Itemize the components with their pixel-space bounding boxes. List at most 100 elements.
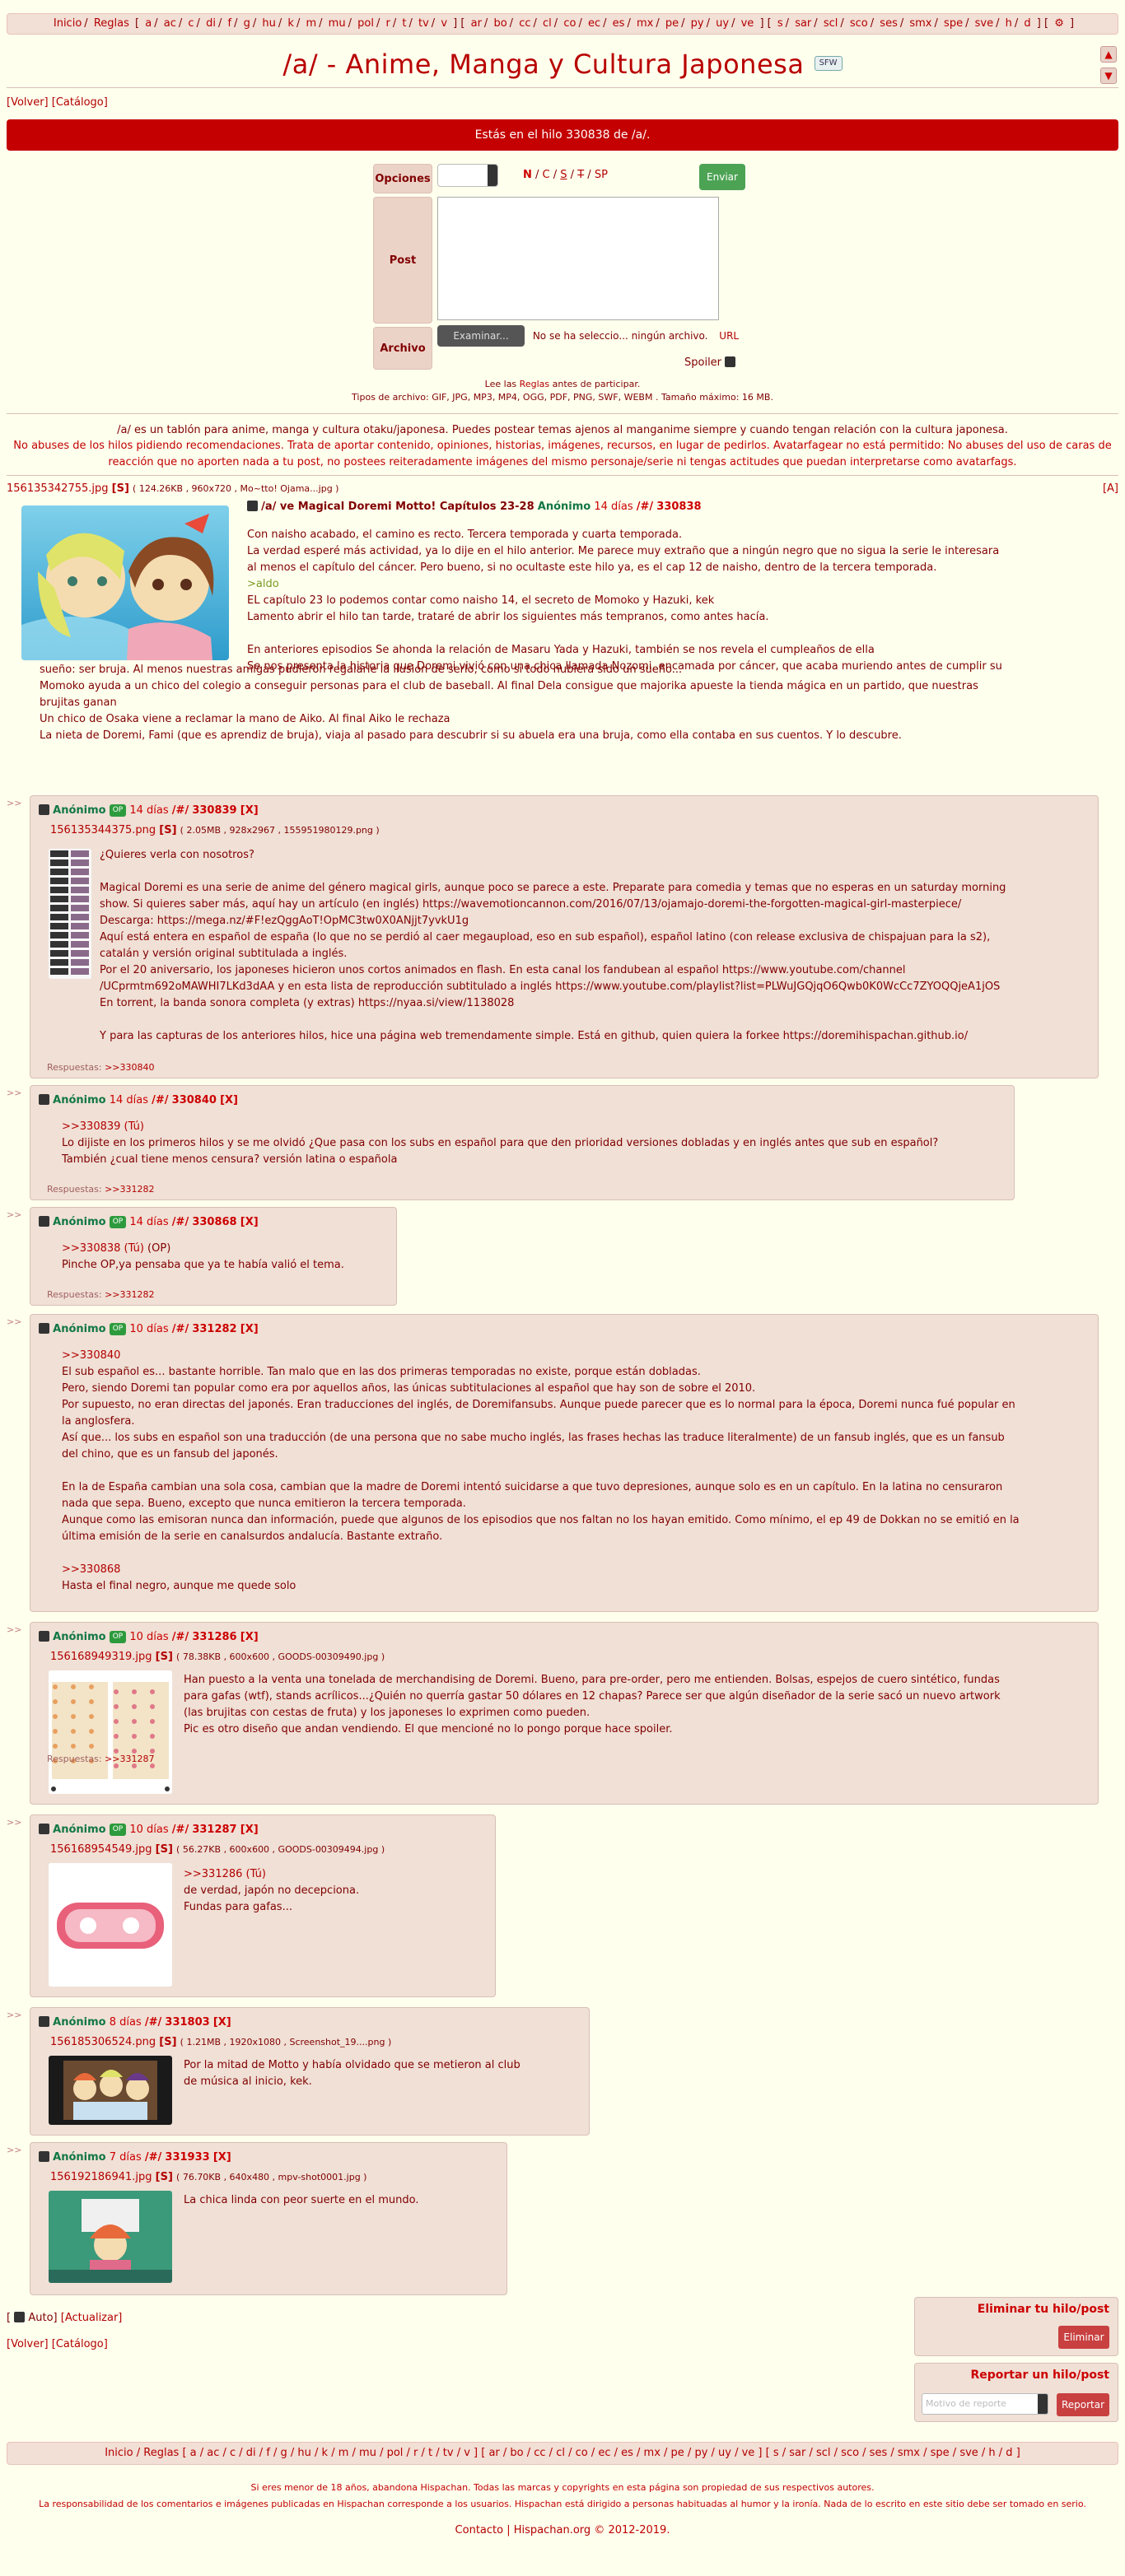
delete-x-link[interactable]: [X] bbox=[240, 1323, 259, 1335]
nav-link-s[interactable]: s bbox=[777, 17, 783, 30]
nav-link-py[interactable]: py bbox=[691, 17, 704, 30]
reply-file-link[interactable]: 156135344375.png bbox=[50, 824, 156, 836]
reply-backlink[interactable]: >>331282 bbox=[105, 1289, 154, 1300]
nav-link-cl[interactable]: cl bbox=[543, 17, 552, 30]
post-number[interactable]: 330839 bbox=[192, 804, 236, 817]
back-link[interactable]: [Volver] bbox=[7, 96, 49, 109]
reply-thumbnail[interactable] bbox=[49, 2056, 172, 2125]
nav-link-h[interactable]: h bbox=[1006, 17, 1012, 30]
nav-link-v[interactable]: v bbox=[441, 17, 447, 30]
nav-link-ve[interactable]: ve bbox=[741, 17, 754, 30]
post-number[interactable]: 331286 bbox=[192, 1631, 236, 1643]
auto-update-checkbox[interactable] bbox=[14, 2312, 26, 2322]
delete-x-link[interactable]: [X] bbox=[213, 2151, 231, 2164]
reply-backlink[interactable]: >>330840 bbox=[105, 1062, 154, 1073]
reply-quote-link[interactable]: >>331286 (Tú) bbox=[184, 1866, 485, 1883]
nav-link-spe[interactable]: spe bbox=[944, 17, 963, 30]
reply-select-checkbox[interactable] bbox=[39, 2151, 49, 2162]
nav-link-g[interactable]: g bbox=[244, 17, 250, 30]
nav-link-sco[interactable]: sco bbox=[850, 17, 868, 30]
bottom-back-link[interactable]: [Volver] bbox=[7, 2338, 49, 2350]
mode-s[interactable]: S bbox=[560, 169, 567, 181]
rules-link[interactable]: Reglas bbox=[520, 379, 549, 389]
mode-c[interactable]: C bbox=[543, 169, 550, 181]
mode-t[interactable]: T bbox=[577, 169, 584, 181]
reply-select-checkbox[interactable] bbox=[39, 1216, 49, 1227]
reply-select-checkbox[interactable] bbox=[39, 804, 49, 815]
reply-select-checkbox[interactable] bbox=[39, 1094, 49, 1105]
site-link[interactable]: Hispachan.org bbox=[514, 2524, 591, 2536]
reply-file-link[interactable]: 156185306524.png bbox=[50, 2036, 156, 2048]
nav-link-pol[interactable]: pol bbox=[357, 17, 374, 30]
nav-link-smx[interactable]: smx bbox=[909, 17, 931, 30]
delete-x-link[interactable]: [X] bbox=[240, 1216, 259, 1228]
op-image[interactable] bbox=[21, 505, 229, 660]
nav-link-reglas[interactable]: Reglas bbox=[94, 17, 129, 30]
post-board[interactable]: /#/ bbox=[145, 2151, 161, 2164]
nav-link-a[interactable]: a bbox=[145, 17, 152, 30]
post-board[interactable]: /#/ bbox=[172, 1631, 189, 1643]
reply-quote-link[interactable]: >>330839 (Tú) bbox=[62, 1119, 1004, 1135]
post-number[interactable]: 331282 bbox=[192, 1323, 236, 1335]
post-board[interactable]: /#/ bbox=[152, 1094, 168, 1106]
nav-link-ac[interactable]: ac bbox=[164, 17, 176, 30]
nav-link-hu[interactable]: hu bbox=[262, 17, 275, 30]
post-textarea[interactable] bbox=[437, 196, 719, 320]
reply-search-link[interactable]: [S] bbox=[156, 1651, 173, 1663]
nav-link-r[interactable]: r bbox=[385, 17, 390, 30]
scroll-down-icon[interactable]: ▼ bbox=[1100, 68, 1117, 84]
bottom-nav-links[interactable]: Inicio / Reglas [ a / ac / c / di / f / … bbox=[105, 2447, 1020, 2459]
nav-link-pe[interactable]: pe bbox=[665, 17, 679, 30]
op-select-checkbox[interactable] bbox=[247, 500, 258, 511]
reply-backlink[interactable]: >>331287 bbox=[105, 1754, 154, 1764]
nav-link-co[interactable]: co bbox=[563, 17, 576, 30]
contact-link[interactable]: Contacto bbox=[455, 2524, 504, 2536]
nav-link-t[interactable]: t bbox=[402, 17, 406, 30]
reply-search-link[interactable]: [S] bbox=[159, 824, 176, 836]
nav-link-d[interactable]: d bbox=[1024, 17, 1030, 30]
reply-file-link[interactable]: 156168949319.jpg bbox=[50, 1651, 152, 1663]
mode-n[interactable]: N bbox=[523, 169, 532, 181]
nav-link-mu[interactable]: mu bbox=[329, 17, 346, 30]
reply-thumbnail[interactable] bbox=[49, 1670, 172, 1794]
post-board[interactable]: /#/ bbox=[172, 1824, 189, 1836]
reply-thumbnail[interactable] bbox=[49, 849, 91, 979]
browse-button[interactable]: Examinar... bbox=[437, 324, 525, 347]
nav-link-tv[interactable]: tv bbox=[418, 17, 429, 30]
nav-link-cc[interactable]: cc bbox=[519, 17, 530, 30]
reply-file-link[interactable]: 156168954549.jpg bbox=[50, 1843, 152, 1856]
nav-link-es[interactable]: es bbox=[613, 17, 625, 30]
nav-link-ar[interactable]: ar bbox=[471, 17, 482, 30]
op-file-link[interactable]: 156135342755.jpg bbox=[7, 482, 109, 495]
delete-x-link[interactable]: [X] bbox=[240, 1631, 259, 1643]
post-number[interactable]: 331803 bbox=[165, 2016, 209, 2029]
nav-link-mx[interactable]: mx bbox=[637, 17, 653, 30]
reply-select-checkbox[interactable] bbox=[39, 1824, 49, 1834]
op-board[interactable]: /#/ bbox=[637, 501, 653, 513]
scroll-up-icon[interactable]: ▲ bbox=[1100, 46, 1117, 63]
post-board[interactable]: /#/ bbox=[172, 804, 189, 817]
nav-link-uy[interactable]: uy bbox=[716, 17, 729, 30]
reply-quote-link[interactable]: >>330868 bbox=[62, 1562, 1088, 1578]
op-archive-tag[interactable]: [A] bbox=[1103, 481, 1118, 497]
nav-link-inicio[interactable]: Inicio bbox=[54, 17, 82, 30]
bottom-catalog-link[interactable]: [Catálogo] bbox=[52, 2338, 108, 2350]
reply-search-link[interactable]: [S] bbox=[159, 2036, 176, 2048]
nav-link-sar[interactable]: sar bbox=[795, 17, 811, 30]
post-number[interactable]: 331287 bbox=[192, 1824, 236, 1836]
post-board[interactable]: /#/ bbox=[172, 1216, 189, 1228]
nav-link-sve[interactable]: sve bbox=[975, 17, 993, 30]
delete-x-link[interactable]: [X] bbox=[213, 2016, 231, 2029]
nav-link-di[interactable]: di bbox=[206, 17, 216, 30]
send-button[interactable]: Enviar bbox=[699, 163, 745, 190]
nav-link-c[interactable]: c bbox=[188, 17, 194, 30]
op-post-number[interactable]: 330838 bbox=[656, 501, 701, 513]
nav-link-bo[interactable]: bo bbox=[493, 17, 506, 30]
delete-x-link[interactable]: [X] bbox=[240, 1824, 259, 1836]
nav-link-settings[interactable]: ⚙ bbox=[1054, 17, 1064, 30]
op-search-link[interactable]: [S] bbox=[112, 482, 129, 495]
catalog-link[interactable]: [Catálogo] bbox=[52, 96, 108, 109]
post-number[interactable]: 330868 bbox=[192, 1216, 236, 1228]
delete-x-link[interactable]: [X] bbox=[240, 804, 259, 817]
spoiler-checkbox[interactable] bbox=[725, 356, 736, 367]
